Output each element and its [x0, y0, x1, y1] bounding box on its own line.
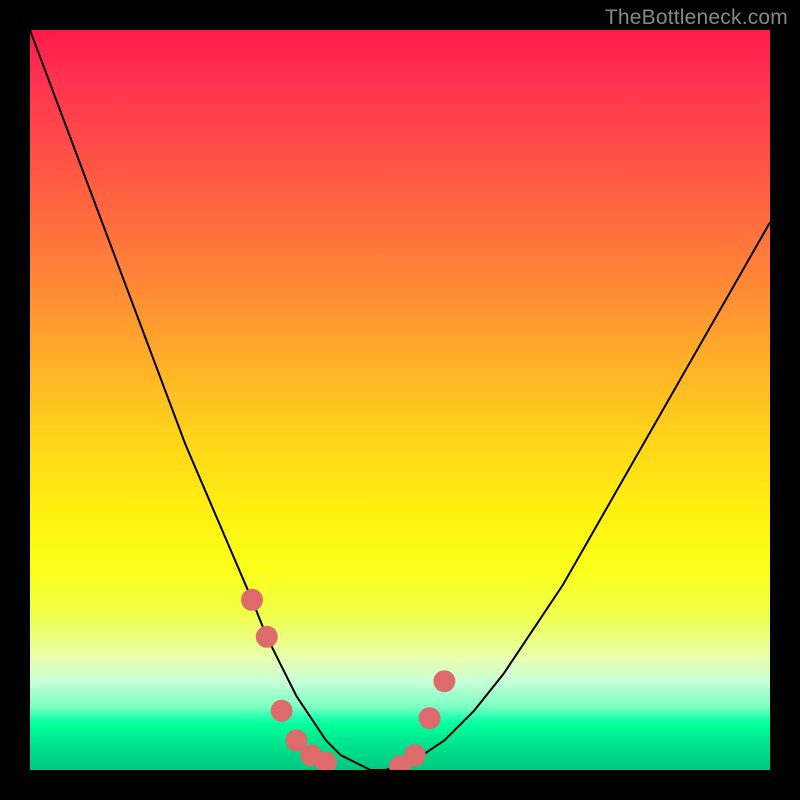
chart-curve-layer — [30, 30, 770, 770]
curve-marker — [433, 670, 455, 692]
curve-marker — [404, 744, 426, 766]
watermark-text: TheBottleneck.com — [605, 6, 788, 30]
curve-markers — [241, 589, 455, 770]
curve-marker — [256, 626, 278, 648]
chart-plot-area — [30, 30, 770, 770]
curve-marker — [271, 700, 293, 722]
curve-marker — [419, 707, 441, 729]
curve-marker — [241, 589, 263, 611]
bottleneck-curve — [30, 30, 770, 770]
